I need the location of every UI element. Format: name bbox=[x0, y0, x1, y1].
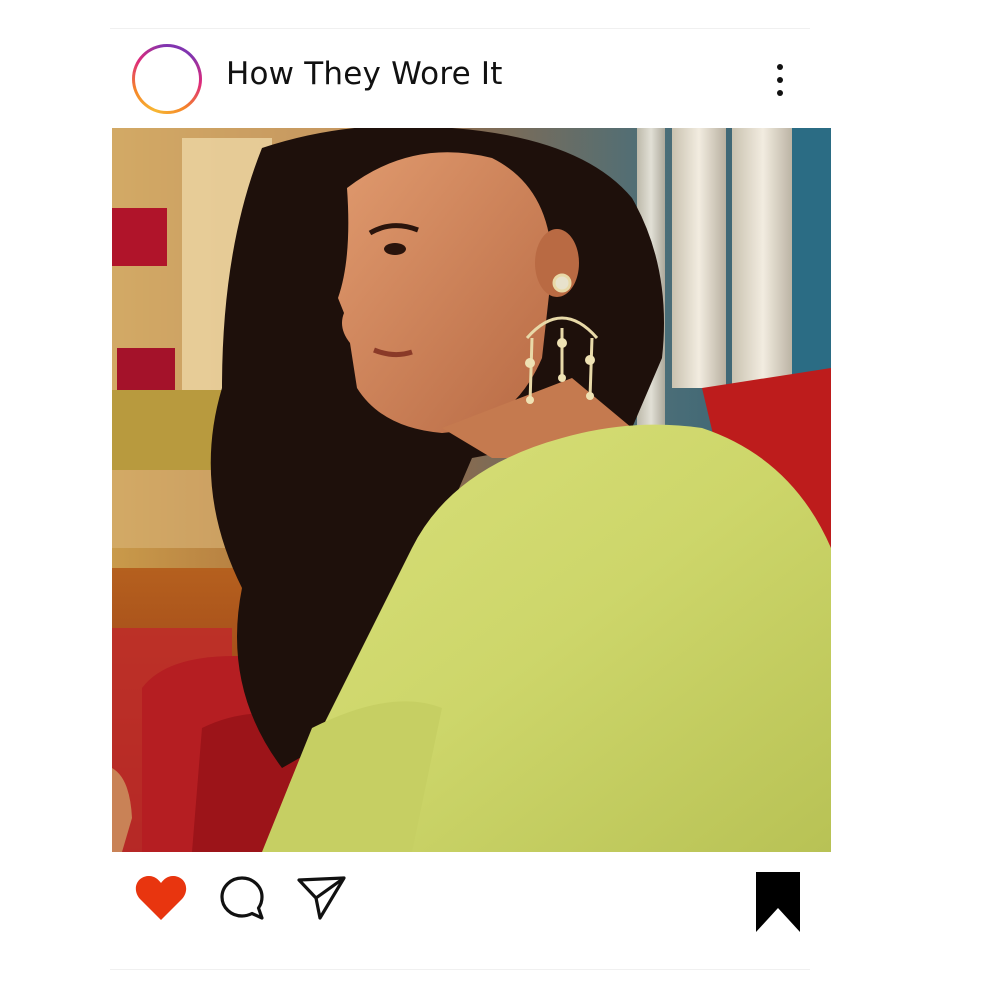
heart-icon[interactable] bbox=[134, 874, 188, 926]
send-icon[interactable] bbox=[296, 874, 348, 926]
avatar[interactable] bbox=[132, 44, 202, 114]
username[interactable]: How They Wore It bbox=[226, 56, 503, 92]
photo-image bbox=[112, 128, 831, 852]
comment-icon[interactable] bbox=[218, 874, 266, 926]
post-photo[interactable] bbox=[112, 128, 831, 852]
more-options-icon[interactable] bbox=[770, 62, 790, 98]
post-actions bbox=[110, 860, 830, 950]
post-header: How They Wore It bbox=[110, 44, 810, 118]
bookmark-icon[interactable] bbox=[754, 870, 802, 938]
